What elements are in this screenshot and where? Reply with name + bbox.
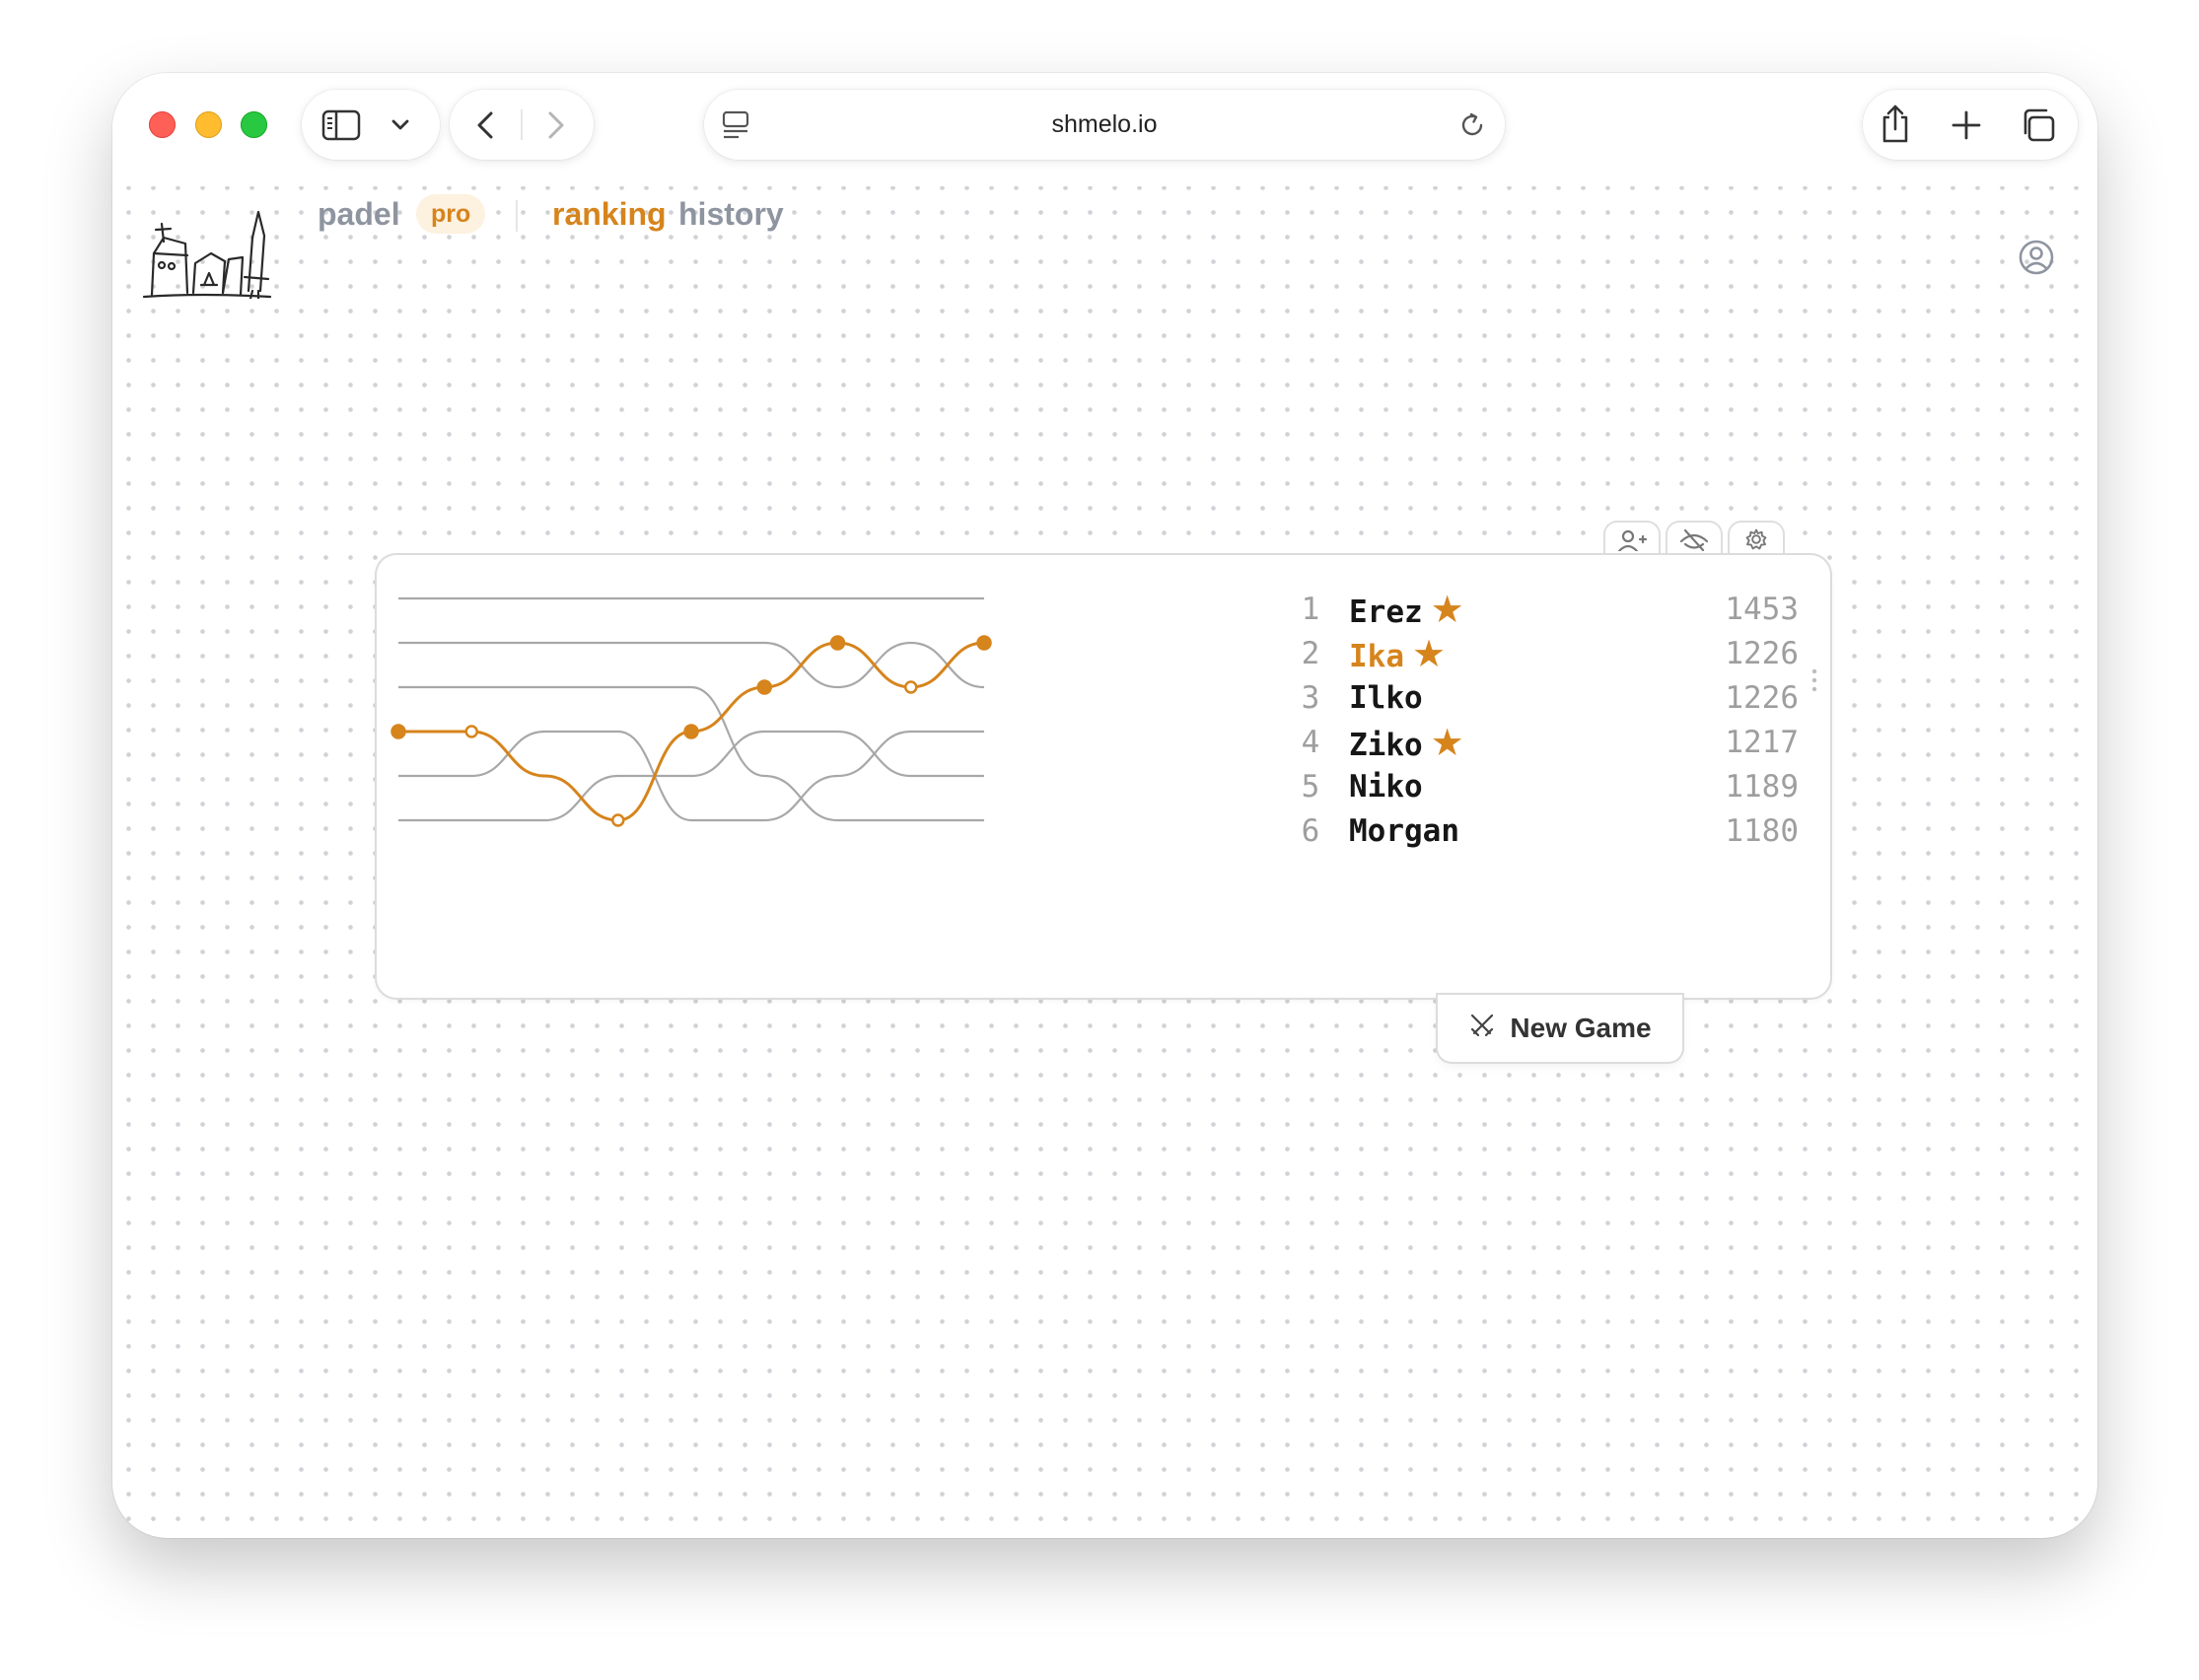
share-icon[interactable] [1879,104,1912,145]
nav-divider [521,109,523,140]
history-nav-group [450,90,594,160]
account-icon[interactable] [2018,239,2055,276]
back-arrow-icon[interactable] [471,108,501,142]
sidebar-icon[interactable] [321,108,361,142]
player-name-text: Niko [1349,769,1423,805]
pro-badge: pro [416,194,486,234]
close-window-button[interactable] [149,111,176,138]
leaderboard-row[interactable]: 6 Morgan 1180 [377,802,1830,861]
window-actions-group [1863,90,2078,160]
leaderboard-card: 1 Erez ★ 1453 2 Ika ★ 1226 3 Ilko 1226 4 Ziko ★ 1217 5 N… [377,555,1830,998]
url-text: shmelo.io [1051,110,1158,138]
row-more-icon[interactable] [1810,667,1818,693]
address-bar[interactable]: shmelo.io [704,90,1505,160]
player-name[interactable]: Morgan [1349,802,1459,861]
minimize-window-button[interactable] [195,111,222,138]
new-game-label: New Game [1510,1013,1652,1043]
gear-icon [1742,527,1770,556]
new-tab-plus-icon[interactable] [1951,109,1982,141]
forward-arrow-icon[interactable] [540,108,570,142]
browser-titlebar: shmelo.io [112,73,2097,186]
nav-history-link[interactable]: history [678,196,784,233]
nav-ranking-link[interactable]: ranking [552,196,667,233]
new-game-button[interactable]: New Game [1438,995,1682,1062]
reload-icon[interactable] [1457,110,1487,140]
player-rating: 1180 [1725,813,1799,849]
eye-off-icon [1678,527,1710,556]
player-name-text: Ilko [1349,680,1423,716]
header-divider [516,200,518,232]
chevron-down-icon[interactable] [389,113,412,137]
zoom-window-button[interactable] [241,111,267,138]
cemetery-logo-icon[interactable] [142,208,272,299]
tab-overview-icon[interactable] [2019,107,2056,143]
player-name-text: Morgan [1349,813,1459,849]
sidebar-toggle-group [302,90,440,160]
crossed-swords-icon [1468,1012,1496,1046]
browser-window: shmelo.io padel pro ranking history 1 Er… [112,73,2097,1538]
player-rank: 6 [1301,813,1320,849]
user-plus-icon [1617,527,1648,556]
brand-name[interactable]: padel [318,196,400,233]
app-header [112,186,2097,324]
